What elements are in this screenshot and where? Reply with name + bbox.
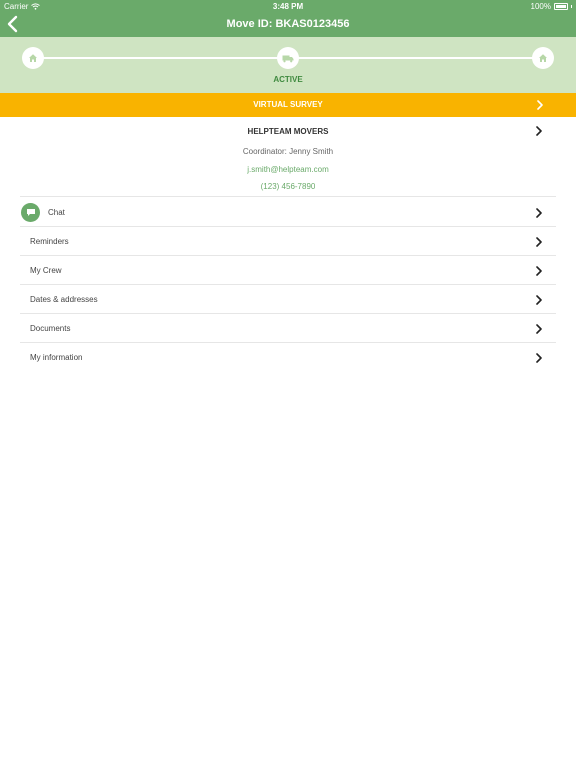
chevron-right-icon [536,295,542,305]
virtual-survey-label: VIRTUAL SURVEY [253,100,323,109]
company-info-card[interactable]: HELPTEAM MOVERS Coordinator: Jenny Smith… [20,117,556,197]
battery-icon [554,3,568,10]
step-destination [532,47,554,69]
move-status-label: ACTIVE [273,75,303,84]
chevron-right-icon [536,237,542,247]
move-menu-list: Chat Reminders My Crew Dates & addresses… [20,198,556,372]
menu-item-reminders[interactable]: Reminders [20,227,556,256]
truck-icon [282,55,294,62]
chevron-right-icon [536,208,542,218]
menu-item-label: Reminders [30,237,69,246]
status-bar: Carrier 3:48 PM 100% [0,0,576,12]
house-icon [29,54,37,62]
navigation-bar: Move ID: BKAS0123456 [0,12,576,37]
chevron-right-icon [536,324,542,334]
chevron-right-icon [537,100,543,110]
chevron-right-icon [536,353,542,363]
menu-item-chat[interactable]: Chat [20,198,556,227]
house-icon [539,54,547,62]
clock: 3:48 PM [272,2,304,11]
menu-item-label: My Crew [30,266,62,275]
menu-item-my-information[interactable]: My information [20,343,556,372]
battery-percent: 100% [530,2,551,11]
menu-item-my-crew[interactable]: My Crew [20,256,556,285]
battery-tip [571,5,572,8]
chevron-right-icon [536,126,542,136]
page-title: Move ID: BKAS0123456 [226,18,350,30]
coordinator-phone-link[interactable]: (123) 456-7890 [20,182,556,191]
chat-icon [21,203,40,222]
menu-item-dates-addresses[interactable]: Dates & addresses [20,285,556,314]
move-progress-tracker: ACTIVE [0,37,576,93]
virtual-survey-button[interactable]: VIRTUAL SURVEY [0,93,576,117]
step-origin [22,47,44,69]
menu-item-documents[interactable]: Documents [20,314,556,343]
menu-item-label: Documents [30,324,71,333]
coordinator-name: Coordinator: Jenny Smith [242,147,334,156]
menu-item-label: Chat [48,208,65,217]
chevron-right-icon [536,266,542,276]
company-name: HELPTEAM MOVERS [247,127,329,136]
coordinator-email-link[interactable]: j.smith@helpteam.com [20,165,556,174]
battery-group: 100% [531,2,572,11]
menu-item-label: Dates & addresses [30,295,98,304]
step-in-transit [277,47,299,69]
menu-item-label: My information [30,353,83,362]
